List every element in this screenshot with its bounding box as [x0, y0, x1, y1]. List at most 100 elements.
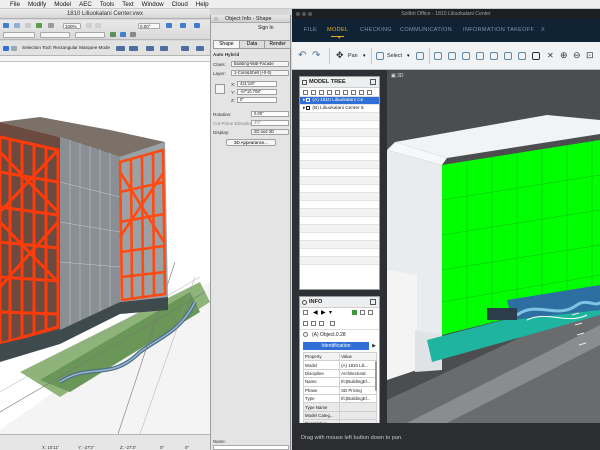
select-icon[interactable]: [376, 52, 384, 60]
print-icon[interactable]: [311, 321, 316, 326]
transform-icon[interactable]: [116, 46, 125, 51]
checkbox-icon[interactable]: [306, 97, 311, 102]
zoom-out-icon[interactable]: ⊖: [573, 50, 581, 61]
table-row[interactable]: Discipline Architectural: [302, 368, 377, 379]
class-icon[interactable]: [25, 23, 31, 28]
zoom-in-icon[interactable]: ⊕: [560, 50, 568, 61]
menu-model[interactable]: Model: [54, 1, 71, 8]
forward-arrow-icon[interactable]: ▶: [321, 309, 326, 316]
marquee-mode-icon[interactable]: [11, 46, 17, 51]
expand-icon[interactable]: [311, 90, 316, 95]
name-field[interactable]: [213, 445, 289, 450]
layer-select[interactable]: 1-Core&Shell (+0-0): [231, 70, 289, 76]
layers-icon[interactable]: [343, 90, 348, 95]
menu-aec[interactable]: AEC: [79, 1, 92, 8]
table-row[interactable]: Type Name: [302, 402, 377, 412]
chevron-right-icon[interactable]: ▸: [303, 106, 305, 111]
saved-view-dropdown[interactable]: [75, 32, 105, 38]
tab-x[interactable]: X: [541, 27, 545, 33]
hide-icon[interactable]: [434, 52, 442, 60]
section-icon[interactable]: [518, 52, 526, 60]
y-field[interactable]: -57'10.708": [237, 89, 277, 95]
chevron-down-icon[interactable]: ▾: [407, 53, 410, 59]
zoom-window-icon[interactable]: ⊡: [586, 50, 594, 61]
select-button[interactable]: Select: [387, 53, 402, 59]
table-row[interactable]: Phase SD Pricing: [302, 385, 377, 395]
tree-item-model-b[interactable]: ▸ (B) Liliuokalani Center 5: [300, 105, 379, 113]
plan-rotation-icon[interactable]: [166, 23, 172, 28]
z-field[interactable]: 0": [237, 97, 277, 103]
layer-icon[interactable]: [14, 23, 20, 28]
sort-icon[interactable]: [351, 90, 356, 95]
tree-item-model-a[interactable]: ▸ (A) 1810 Liliuokalani Ce: [300, 97, 379, 105]
close-view-icon[interactable]: ✕: [547, 51, 554, 60]
maximize-icon[interactable]: [370, 79, 376, 85]
tab-checking[interactable]: CHECKING: [360, 27, 392, 33]
3d-appearance-button[interactable]: 3D Appearance...: [226, 139, 276, 146]
zoom-out-icon[interactable]: [95, 23, 101, 28]
table-row[interactable]: Model Categ...: [302, 410, 377, 421]
snap-icon[interactable]: [180, 23, 186, 28]
view-icon[interactable]: [3, 23, 9, 28]
vectorworks-drawing-canvas[interactable]: [0, 62, 210, 434]
filter-icon[interactable]: [303, 90, 308, 95]
info-scrollbar[interactable]: [375, 361, 377, 391]
lock-icon[interactable]: [303, 321, 308, 326]
radio-icon[interactable]: [303, 332, 308, 337]
settings-icon[interactable]: [359, 90, 364, 95]
checkbox-icon[interactable]: [306, 105, 311, 110]
menu-text[interactable]: Text: [122, 1, 133, 8]
tab-information-takeoff[interactable]: INFORMATION TAKEOFF: [463, 27, 534, 33]
window-controls[interactable]: [296, 12, 314, 16]
menu-window[interactable]: Window: [142, 1, 164, 8]
flyover-icon[interactable]: [194, 23, 200, 28]
rotation-field[interactable]: 0.00°: [251, 111, 289, 117]
tab-communication[interactable]: COMMUNICATION: [400, 27, 452, 33]
more-tools-icon[interactable]: [196, 46, 204, 51]
display-select[interactable]: 2D and 3D: [251, 129, 289, 135]
tab-data[interactable]: Data: [238, 40, 266, 49]
align-icon[interactable]: [181, 46, 189, 51]
class-dropdown[interactable]: [40, 32, 70, 38]
selection-mode-icon[interactable]: [3, 46, 9, 51]
filter-icon[interactable]: [330, 321, 335, 326]
menu-help[interactable]: Help: [196, 1, 209, 8]
shaded-icon[interactable]: [110, 32, 116, 37]
chevron-right-icon[interactable]: ▸: [303, 98, 305, 103]
chevron-down-icon[interactable]: ▾: [329, 309, 332, 316]
menu-cloud[interactable]: Cloud: [172, 1, 188, 8]
table-row[interactable]: Model (A) 1810 Lili...: [302, 360, 377, 370]
layer-dropdown[interactable]: [3, 32, 35, 38]
menu-file[interactable]: File: [10, 1, 20, 8]
menu-modify[interactable]: Modify: [28, 1, 46, 8]
snap-grid-icon[interactable]: [160, 46, 168, 51]
color-icon[interactable]: [352, 310, 357, 315]
copy-icon[interactable]: [360, 310, 365, 315]
chevron-down-icon[interactable]: ▾: [338, 35, 341, 41]
show-all-icon[interactable]: [448, 52, 456, 60]
export-icon[interactable]: [319, 321, 324, 326]
visibility-icon[interactable]: [416, 52, 424, 60]
slice-icon[interactable]: [504, 52, 512, 60]
pan-icon[interactable]: ✥: [336, 50, 344, 61]
collapse-icon[interactable]: [319, 90, 324, 95]
maximize-icon[interactable]: [370, 299, 376, 305]
close-icon[interactable]: [214, 17, 218, 21]
redo-icon[interactable]: ↷: [312, 50, 320, 61]
paste-icon[interactable]: [368, 310, 373, 315]
cube-icon[interactable]: [490, 52, 498, 60]
rotate-icon[interactable]: [129, 46, 138, 51]
x-field[interactable]: 421'1/8": [237, 81, 277, 87]
class-select[interactable]: Building-Wall-Facade: [231, 61, 289, 67]
tab-shape[interactable]: Shape: [213, 40, 240, 49]
check-icon[interactable]: [327, 90, 332, 95]
zoom-field[interactable]: 100%: [63, 23, 81, 29]
grid-icon[interactable]: [48, 23, 54, 28]
origin-grid-icon[interactable]: [215, 84, 225, 94]
tab-render[interactable]: Render: [264, 40, 292, 49]
solibri-3d-view[interactable]: ▣ 3D: [387, 70, 600, 423]
transparent-icon[interactable]: [476, 52, 484, 60]
undo-icon[interactable]: ↶: [298, 50, 306, 61]
sign-in-link[interactable]: Sign In: [258, 25, 274, 31]
fit-icon[interactable]: [532, 52, 540, 60]
